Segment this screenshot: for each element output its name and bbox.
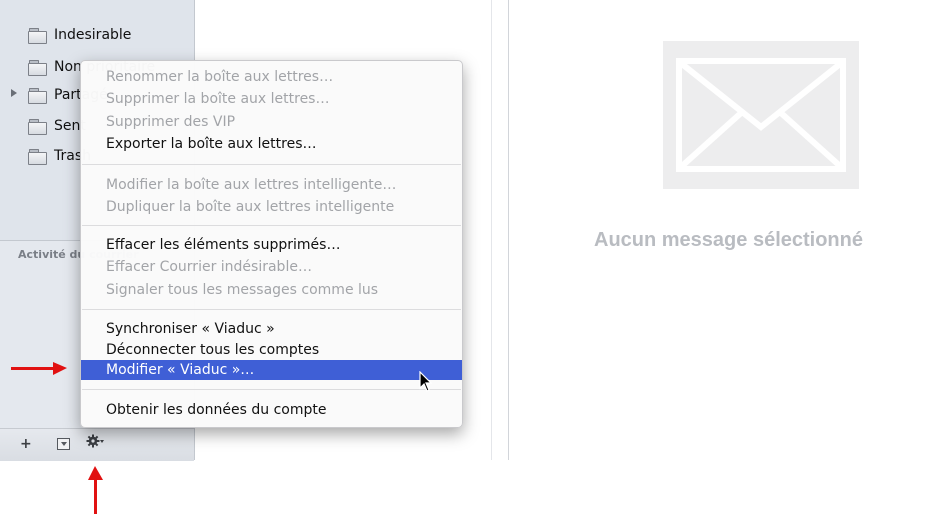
mailbox-item-sent[interactable]: Sent <box>28 115 86 137</box>
envelope-icon <box>663 41 859 189</box>
gear-context-menu: Renommer la boîte aux lettres… Supprimer… <box>80 60 463 428</box>
annotation-arrow-up-head <box>88 466 103 480</box>
viewer-divider[interactable] <box>508 0 509 460</box>
mailbox-item-indesirable[interactable]: Indesirable <box>28 24 131 46</box>
menu-item-remove-vip[interactable]: Supprimer des VIP <box>81 112 462 132</box>
menu-item-mark-all-read[interactable]: Signaler tous les messages comme lus <box>81 280 462 300</box>
menu-separator <box>82 225 461 226</box>
menu-item-export-mailbox[interactable]: Exporter la boîte aux lettres… <box>81 134 462 154</box>
menu-item-get-account-info[interactable]: Obtenir les données du compte <box>81 400 462 420</box>
add-mailbox-button[interactable]: + <box>20 436 32 452</box>
show-mailbox-activity-icon[interactable] <box>57 438 70 450</box>
annotation-arrow-up <box>94 480 97 514</box>
menu-separator <box>82 389 461 390</box>
folder-icon <box>28 148 47 165</box>
annotation-arrow-right <box>11 367 53 370</box>
folder-icon <box>28 59 47 76</box>
menu-separator <box>82 164 461 165</box>
folder-icon <box>28 118 47 135</box>
gear-menu-caret-icon <box>100 440 104 443</box>
menu-item-edit-smart-mailbox[interactable]: Modifier la boîte aux lettres intelligen… <box>81 175 462 195</box>
menu-item-erase-junk-mail[interactable]: Effacer Courrier indésirable… <box>81 257 462 277</box>
menu-separator <box>82 309 461 310</box>
gear-icon[interactable] <box>86 434 100 452</box>
menu-item-edit-account[interactable]: Modifier « Viaduc »… <box>81 360 462 380</box>
menu-item-duplicate-smart-mailbox[interactable]: Dupliquer la boîte aux lettres intellige… <box>81 197 462 217</box>
menu-item-delete-mailbox[interactable]: Supprimer la boîte aux lettres… <box>81 89 462 109</box>
message-list-edge <box>491 0 492 460</box>
menu-item-synchronize-account[interactable]: Synchroniser « Viaduc » <box>81 319 462 339</box>
disclosure-triangle-icon[interactable] <box>11 89 17 97</box>
menu-item-rename-mailbox[interactable]: Renommer la boîte aux lettres… <box>81 67 462 87</box>
folder-icon <box>28 87 47 104</box>
mouse-pointer-icon <box>419 371 433 392</box>
menu-item-disconnect-all-accounts[interactable]: Déconnecter tous les comptes <box>81 340 462 360</box>
annotation-arrow-right-head <box>53 362 67 375</box>
menu-item-erase-deleted-items[interactable]: Effacer les éléments supprimés… <box>81 235 462 255</box>
folder-icon <box>28 27 47 44</box>
gear-icon-glyph <box>86 434 100 448</box>
no-message-selected-label: Aucun message sélectionné <box>594 229 863 251</box>
mailbox-label: Indesirable <box>54 27 132 43</box>
